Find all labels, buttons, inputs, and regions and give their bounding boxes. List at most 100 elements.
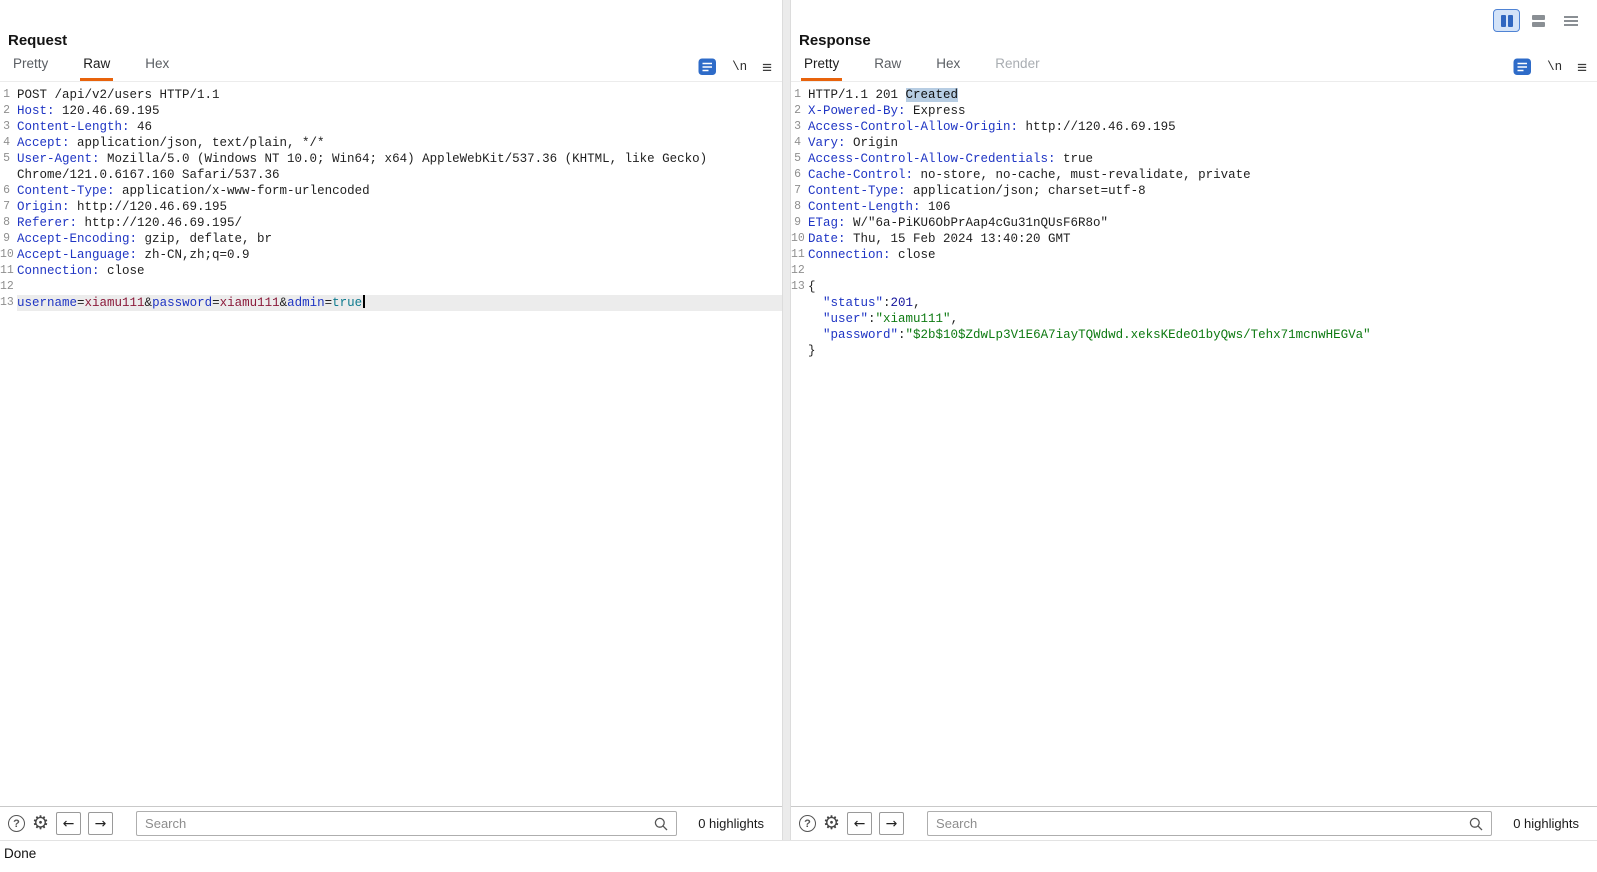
code-line[interactable]: 6 Cache-Control: no-store, no-cache, must… — [791, 167, 1597, 183]
search-next-button[interactable]: → — [88, 812, 114, 835]
code-line[interactable]: 7 Origin: http://120.46.69.195 — [0, 199, 782, 215]
tab-raw[interactable]: Raw — [80, 50, 114, 81]
code-line[interactable]: "status":201, — [791, 295, 1597, 311]
tab-raw[interactable]: Raw — [871, 50, 904, 81]
tab-pretty[interactable]: Pretty — [10, 50, 51, 81]
message-editor-split: Request Pretty Raw Hex \n ≡ 1 POST /api/v2/… — [0, 0, 1597, 840]
code-token: } — [808, 344, 816, 358]
response-tab-row: Pretty Raw Hex Render \n ≡ — [791, 51, 1597, 81]
code-line[interactable]: 3 Access-Control-Allow-Origin: http://120… — [791, 119, 1597, 135]
code-token: & — [279, 296, 288, 310]
code-line[interactable]: 6 Content-Type: application/x-www-form-ur… — [0, 183, 782, 199]
code-token: "xiamu111" — [875, 312, 951, 326]
highlights-count: 0 highlights — [698, 816, 764, 831]
newline-chars-icon[interactable]: \n — [732, 60, 747, 74]
view-layout-controls — [1493, 9, 1583, 32]
code-line[interactable]: 4 Accept: application/json, text/plain, *… — [0, 135, 782, 151]
code-line[interactable]: 10 Date: Thu, 15 Feb 2024 13:40:20 GMT — [791, 231, 1597, 247]
code-text: Date: Thu, 15 Feb 2024 13:40:20 GMT — [808, 231, 1597, 247]
code-token: 201 — [890, 296, 914, 310]
code-token: Content-Length: — [17, 120, 130, 134]
code-token: Referer: — [17, 216, 78, 230]
code-text: Referer: http://120.46.69.195/ — [17, 215, 782, 231]
highlights-count: 0 highlights — [1513, 816, 1579, 831]
code-line[interactable]: } — [791, 343, 1597, 359]
line-number: 12 — [0, 280, 14, 293]
code-text: Accept-Language: zh-CN,zh;q=0.9 — [17, 247, 782, 263]
code-line[interactable]: 9 Accept-Encoding: gzip, deflate, br — [0, 231, 782, 247]
code-text: Access-Control-Allow-Origin: http://120.… — [808, 119, 1597, 135]
request-editor[interactable]: 1 POST /api/v2/users HTTP/1.1 2 Host: 120.4… — [0, 81, 782, 806]
code-token: = — [77, 296, 85, 310]
editor-menu-icon[interactable]: ≡ — [762, 59, 772, 76]
code-line[interactable]: 1 POST /api/v2/users HTTP/1.1 — [0, 87, 782, 103]
code-token: username — [17, 296, 78, 310]
code-line[interactable]: 7 Content-Type: application/json; charset… — [791, 183, 1597, 199]
request-panel: Request Pretty Raw Hex \n ≡ 1 POST /api/v2/… — [0, 0, 782, 840]
search-input[interactable] — [136, 811, 678, 836]
code-token: Accept-Encoding: — [17, 232, 138, 246]
search-prev-button[interactable]: ← — [56, 812, 82, 835]
search-input[interactable] — [927, 811, 1493, 836]
code-token: Accept: — [17, 136, 70, 150]
code-line[interactable]: 11 Connection: close — [791, 247, 1597, 263]
layout-columns-button[interactable] — [1493, 9, 1520, 32]
response-editor[interactable]: 1 HTTP/1.1 201 Created 2 X-Powered-By: Expr… — [791, 81, 1597, 806]
code-line[interactable]: "password":"$2b$10$ZdwLp3V1E6A7iayTQWdwd… — [791, 327, 1597, 343]
tab-hex[interactable]: Hex — [933, 50, 963, 81]
help-icon[interactable]: ? — [799, 815, 816, 832]
line-number: 11 — [0, 264, 14, 277]
code-token: Content-Length: — [808, 200, 921, 214]
code-line[interactable]: 11 Connection: close — [0, 263, 782, 279]
code-line[interactable]: 13{ — [791, 279, 1597, 295]
gear-icon[interactable]: ⚙ — [823, 814, 840, 833]
newline-chars-icon[interactable]: \n — [1547, 60, 1562, 74]
line-number — [791, 343, 808, 359]
editor-menu-icon[interactable]: ≡ — [1577, 59, 1587, 76]
gear-icon[interactable]: ⚙ — [32, 814, 49, 833]
code-line[interactable]: 5 Access-Control-Allow-Credentials: true — [791, 151, 1597, 167]
tab-pretty[interactable]: Pretty — [801, 50, 843, 81]
code-token: Accept-Language: — [17, 248, 138, 262]
code-line[interactable]: 13 username=xiamu111&password=xiamu111&ad… — [0, 295, 782, 311]
line-number: 5 — [794, 152, 801, 165]
code-line[interactable]: 8 Referer: http://120.46.69.195/ — [0, 215, 782, 231]
line-number: 8 — [794, 200, 801, 213]
line-number: 7 — [3, 200, 10, 213]
code-line[interactable]: 2 X-Powered-By: Express — [791, 103, 1597, 119]
search-next-button[interactable]: → — [879, 812, 905, 835]
code-line[interactable]: 12 — [791, 263, 1597, 279]
help-icon[interactable]: ? — [8, 815, 25, 832]
panel-divider[interactable] — [782, 0, 791, 840]
syntax-highlight-icon[interactable] — [1513, 58, 1532, 76]
code-line[interactable]: 4 Vary: Origin — [791, 135, 1597, 151]
code-line[interactable]: 8 Content-Length: 106 — [791, 199, 1597, 215]
search-prev-button[interactable]: ← — [847, 812, 873, 835]
syntax-highlight-icon[interactable] — [698, 58, 717, 76]
code-text: Content-Length: 106 — [808, 199, 1597, 215]
code-line[interactable]: 2 Host: 120.46.69.195 — [0, 103, 782, 119]
code-token: ETag: — [808, 216, 846, 230]
code-token: 120.46.69.195 — [54, 104, 160, 118]
code-token: "$2b$10$ZdwLp3V1E6A7iayTQWdwd.xeksKEdeO1… — [905, 328, 1371, 342]
code-line[interactable]: "user":"xiamu111", — [791, 311, 1597, 327]
code-line[interactable]: 1 HTTP/1.1 201 Created — [791, 87, 1597, 103]
layout-rows-button[interactable] — [1526, 10, 1551, 31]
code-text: Content-Type: application/json; charset=… — [808, 183, 1597, 199]
code-line[interactable]: 10 Accept-Language: zh-CN,zh;q=0.9 — [0, 247, 782, 263]
tab-hex[interactable]: Hex — [142, 50, 172, 81]
line-number: 12 — [791, 264, 805, 277]
code-line[interactable]: 5 User-Agent: Mozilla/5.0 (Windows NT 10.… — [0, 151, 782, 183]
layout-combined-button[interactable] — [1558, 10, 1583, 31]
code-line[interactable]: 3 Content-Length: 46 — [0, 119, 782, 135]
line-number: 10 — [791, 232, 805, 245]
line-number: 2 — [3, 104, 10, 117]
line-number: 2 — [794, 104, 801, 117]
code-token: Vary: — [808, 136, 846, 150]
line-number: 3 — [794, 120, 801, 133]
code-line[interactable]: 12 — [0, 279, 782, 295]
code-token: Connection: — [17, 264, 100, 278]
code-line[interactable]: 9 ETag: W/"6a-PiKU6ObPrAap4cGu31nQUsF6R8o… — [791, 215, 1597, 231]
